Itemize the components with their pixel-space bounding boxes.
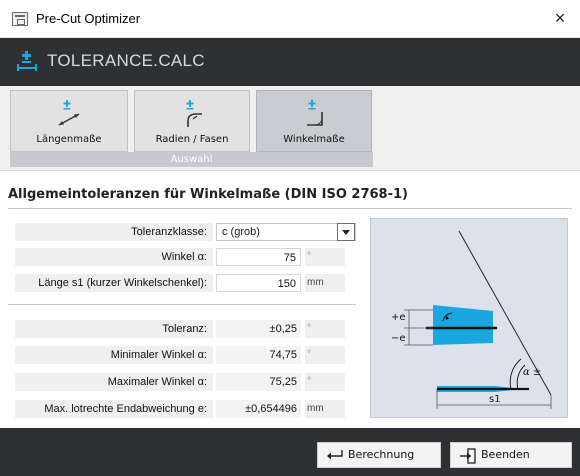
length-label: Länge s1 (kurzer Winkelschenkel): [15, 274, 213, 292]
ribbon: Längenmaße Radien / Fasen Winkelmaße Aus… [0, 86, 580, 170]
tolerance-result-label: Toleranz: [15, 320, 213, 338]
min-angle-value: 74,75 [216, 346, 301, 364]
tolerance-class-select[interactable]: c (grob) [216, 223, 356, 241]
calculate-label: Berechnung [348, 448, 415, 461]
calculate-button[interactable]: Berechnung [317, 442, 441, 468]
tolerance-result-value: ±0,25 [216, 320, 301, 338]
app-window-icon [12, 12, 28, 26]
s1-label: s1 [489, 394, 501, 405]
brand-bar: TOLERANCE.CALC [0, 38, 580, 86]
tool-label: Winkelmaße [283, 134, 345, 145]
min-angle-label: Minimaler Winkel α: [15, 346, 213, 364]
diagram-drawing: +e −e α ± s1 [391, 230, 552, 409]
exit-label: Beenden [481, 448, 530, 461]
deviation-unit: mm [305, 400, 345, 418]
tool-length-dimensions[interactable]: Längenmaße [10, 90, 128, 152]
tolerance-class-label: Toleranzklasse: [15, 223, 213, 241]
tool-label: Radien / Fasen [155, 134, 229, 145]
enter-arrow-icon [327, 450, 343, 460]
exit-icon [460, 448, 476, 464]
ribbon-group-label: Auswahl [10, 152, 373, 167]
tool-label: Längenmaße [36, 134, 102, 145]
minus-e-label: −e [391, 333, 406, 344]
window-title: Pre-Cut Optimizer [36, 11, 141, 26]
plus-minus-tolerance-icon [17, 51, 37, 71]
exit-button[interactable]: Beenden [450, 442, 572, 468]
max-angle-value: 75,25 [216, 373, 301, 391]
page-title: Allgemeintoleranzen für Winkelmaße (DIN … [8, 187, 408, 202]
radius-chamfer-icon [186, 100, 202, 127]
tool-radius-chamfer[interactable]: Radien / Fasen [134, 90, 250, 152]
heading-divider [8, 208, 572, 209]
angle-dimension-icon [307, 100, 323, 126]
window-titlebar: Pre-Cut Optimizer × [0, 0, 580, 38]
deviation-value: ±0,654496 [216, 400, 301, 418]
plus-e-label: +e [391, 312, 406, 323]
max-angle-unit: ° [305, 373, 345, 391]
length-unit: mm [305, 274, 345, 292]
tolerance-class-value: c (grob) [222, 226, 260, 238]
min-angle-unit: ° [305, 346, 345, 364]
length-input[interactable]: 150 [216, 274, 301, 292]
max-angle-label: Maximaler Winkel α: [15, 373, 213, 391]
selection-group: Längenmaße Radien / Fasen Winkelmaße Aus… [10, 90, 373, 168]
section-divider [8, 304, 356, 305]
brand-name: TOLERANCE.CALC [47, 51, 205, 70]
angle-input[interactable]: 75 [216, 248, 301, 266]
alpha-label: α ± [523, 367, 541, 378]
angle-unit: ° [305, 248, 345, 266]
close-icon[interactable]: × [540, 0, 580, 38]
angle-label: Winkel α: [15, 248, 213, 266]
main-panel: Allgemeintoleranzen für Winkelmaße (DIN … [0, 170, 580, 428]
deviation-label: Max. lotrechte Endabweichung e: [15, 400, 213, 418]
length-dimension-icon [58, 100, 80, 126]
tolerance-result-unit: ° [305, 320, 345, 338]
chevron-down-icon[interactable] [337, 223, 355, 241]
tool-angle-dimensions[interactable]: Winkelmaße [256, 90, 372, 152]
angle-tolerance-diagram: +e −e α ± s1 [370, 218, 568, 418]
footer-bar: Berechnung Beenden [0, 428, 580, 476]
